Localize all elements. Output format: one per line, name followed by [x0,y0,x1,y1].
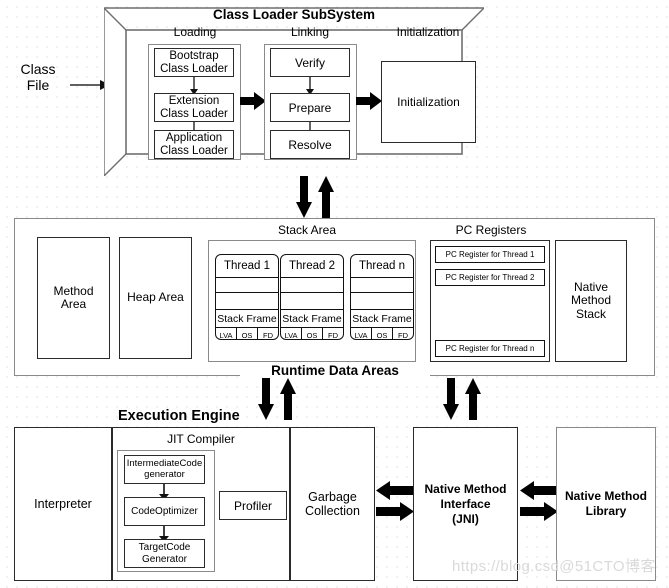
thick-arrow-down-icon [296,176,312,218]
native-method-library-label: Native Method Library [564,489,647,518]
thick-arrow-right-icon [356,92,382,110]
method-area-box[interactable]: Method Area [37,237,110,359]
interpreter-label: Interpreter [34,497,92,511]
heap-area-box[interactable]: Heap Area [119,237,192,359]
thread-empty-slot [216,293,278,310]
intermediate-code-generator-box[interactable]: IntermediateCode generator [124,455,205,484]
loading-phase-title: Loading [173,25,217,39]
extension-class-loader-label: Extension Class Loader [160,94,228,120]
profiler-box[interactable]: Profiler [219,491,287,520]
thick-arrow-down-icon [443,378,459,420]
stack-frame-label: Stack Frame [351,310,413,328]
lva-cell: LVA [281,328,302,339]
execution-engine-title: Execution Engine [118,408,240,424]
class-file-label: Class File [20,61,56,93]
thick-arrow-left-icon [376,481,414,500]
pc-register-box[interactable]: PC Register for Thread 1 [435,246,545,263]
verify-box[interactable]: Verify [270,48,350,77]
thread-box[interactable]: Thread 1 Stack Frame LVA OS FD [215,254,279,340]
thread-empty-slot [216,278,278,293]
thread-box[interactable]: Thread 2 Stack Frame LVA OS FD [280,254,344,340]
os-cell: OS [237,328,258,339]
method-area-label: Method Area [53,283,94,311]
prepare-label: Prepare [288,100,332,115]
thread-empty-slot [351,293,413,310]
target-code-generator-label: TargetCode Generator [138,542,191,565]
pc-registers-title: PC Registers [455,223,527,237]
thick-arrow-right-icon [376,502,414,521]
heap-area-label: Heap Area [127,290,184,305]
extension-class-loader-box[interactable]: Extension Class Loader [154,93,234,122]
runtime-data-areas-title: Runtime Data Areas [240,363,430,379]
thread-empty-slot [281,293,343,310]
resolve-box[interactable]: Resolve [270,130,350,159]
thick-arrow-up-icon [318,176,334,218]
fd-cell: FD [263,331,273,340]
os-cell: OS [372,328,393,339]
stack-frame-parts: LVA OS FD [216,328,278,340]
fd-cell: FD [398,331,408,340]
thread-empty-slot [351,278,413,293]
bootstrap-class-loader-box[interactable]: Bootstrap Class Loader [154,48,234,77]
native-method-interface-label: Native Method Interface (JNI) [424,481,507,526]
verify-label: Verify [294,55,325,70]
initialization-phase-title: Initialization [396,25,460,39]
thread-name-label: Thread n [351,255,413,278]
resolve-label: Resolve [288,137,332,152]
thick-arrow-right-icon [240,92,266,110]
thread-name-label: Thread 2 [281,255,343,278]
class-loader-subsystem-title: Class Loader SubSystem [212,7,376,22]
jit-compiler-title: JIT Compiler [167,432,235,446]
native-method-stack-box[interactable]: Native Method Stack [555,240,627,362]
thread-name-label: Thread 1 [216,255,278,278]
bootstrap-class-loader-label: Bootstrap Class Loader [160,49,228,75]
stack-frame-label: Stack Frame [281,310,343,328]
intermediate-code-generator-label: IntermediateCode generator [126,457,203,480]
watermark-text: https://blog.csd@51CTO博客 [452,558,656,575]
profiler-label: Profiler [233,498,272,513]
code-optimizer-label: CodeOptimizer [131,505,198,517]
pc-register-box[interactable]: PC Register for Thread n [435,340,545,357]
initialization-box[interactable]: Initialization [381,61,476,143]
linking-phase-title: Linking [290,25,330,39]
stack-area-title: Stack Area [277,223,337,237]
lva-cell: LVA [351,328,372,339]
interpreter-box[interactable]: Interpreter [14,427,112,581]
stack-frame-parts: LVA OS FD [351,328,413,340]
thick-arrow-right-icon [520,502,558,521]
lva-cell: LVA [216,328,237,339]
code-optimizer-box[interactable]: CodeOptimizer [124,497,205,526]
thread-box[interactable]: Thread n Stack Frame LVA OS FD [350,254,414,340]
thick-arrow-up-icon [465,378,481,420]
native-method-stack-label: Native Method Stack [570,279,612,321]
application-class-loader-label: Application Class Loader [160,131,228,157]
garbage-collection-label: Garbage Collection [305,490,360,518]
initialization-label: Initialization [397,95,460,109]
jvm-architecture-diagram: Class File Class Loader SubSystem Loadin… [0,0,669,588]
pc-register-box[interactable]: PC Register for Thread 2 [435,269,545,286]
os-cell: OS [302,328,323,339]
stack-frame-parts: LVA OS FD [281,328,343,340]
target-code-generator-box[interactable]: TargetCode Generator [124,539,205,568]
prepare-box[interactable]: Prepare [270,93,350,122]
thread-empty-slot [281,278,343,293]
garbage-collection-box[interactable]: Garbage Collection [290,427,375,581]
application-class-loader-box[interactable]: Application Class Loader [154,130,234,159]
fd-cell: FD [328,331,338,340]
stack-frame-label: Stack Frame [216,310,278,328]
thick-arrow-left-icon [520,481,558,500]
